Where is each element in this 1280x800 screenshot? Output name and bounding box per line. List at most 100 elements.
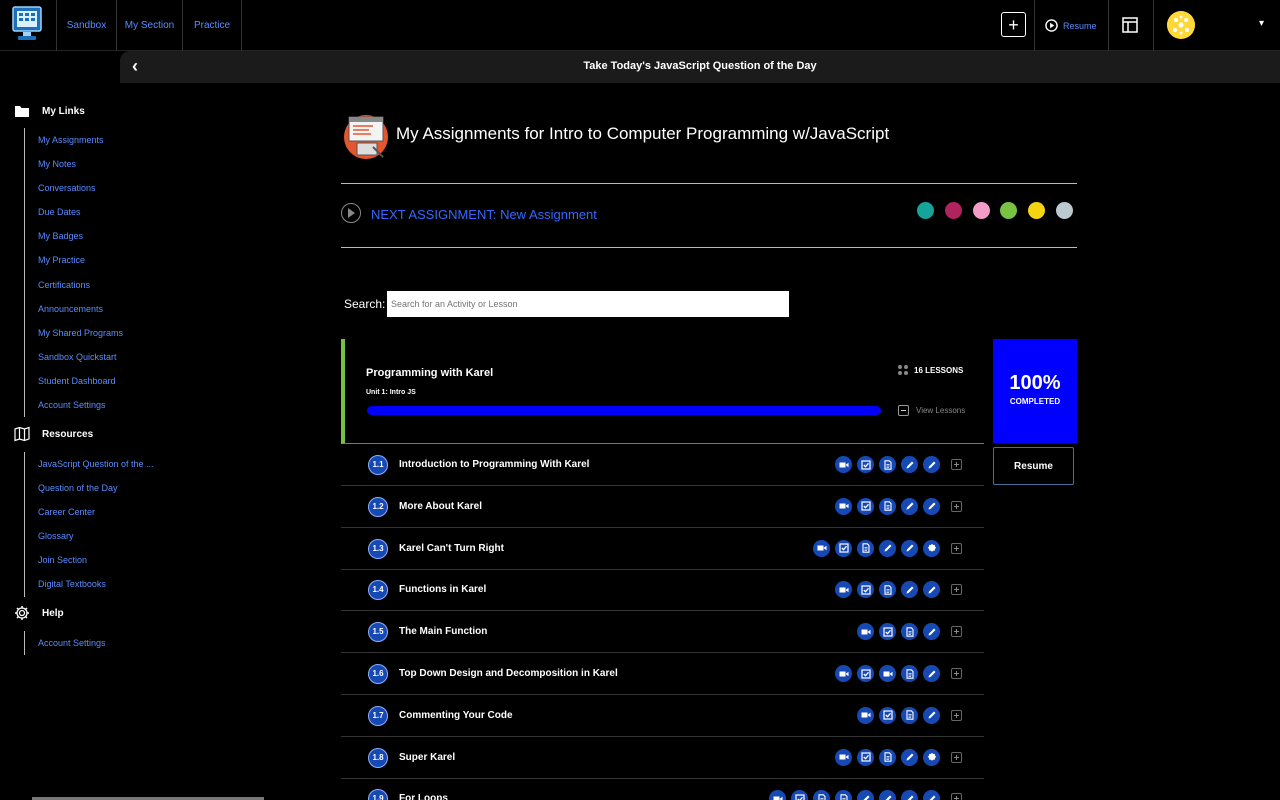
color-dot-yellow[interactable] [1028,202,1045,219]
pencil-icon[interactable] [901,790,918,800]
sidebar-item-student-dashboard[interactable]: Student Dashboard [25,369,123,393]
expand-icon[interactable] [951,751,962,763]
lesson-row[interactable]: 1.2 More About Karel [341,486,984,528]
sidebar-item-my-badges[interactable]: My Badges [25,224,123,248]
doc-icon[interactable] [857,539,874,557]
pencil-icon[interactable] [923,790,940,800]
doc-icon[interactable] [901,706,918,724]
lesson-row[interactable]: 1.1 Introduction to Programming With Kare… [341,444,984,486]
lesson-row[interactable]: 1.7 Commenting Your Code [341,695,984,737]
sidebar-item-js-question-of-the-day[interactable]: JavaScript Question of the ... [25,452,154,476]
doc-icon[interactable] [879,748,896,766]
play-circle-icon[interactable] [341,203,361,223]
sidebar-item-help-account-settings[interactable]: Account Settings [25,631,106,655]
unit-resume-button[interactable]: Resume [993,447,1074,485]
lesson-title[interactable]: Introduction to Programming With Karel [399,459,589,470]
check-icon[interactable] [879,706,896,724]
sidebar-item-career-center[interactable]: Career Center [25,500,154,524]
color-dot-gray[interactable] [1056,202,1073,219]
sidebar-item-sandbox-quickstart[interactable]: Sandbox Quickstart [25,345,123,369]
sidebar-item-digital-textbooks[interactable]: Digital Textbooks [25,572,154,596]
badge-icon[interactable] [923,539,940,557]
video-icon[interactable] [835,748,852,766]
nav-practice[interactable]: Practice [182,0,242,51]
sidebar-item-my-notes[interactable]: My Notes [25,152,123,176]
doc-icon[interactable] [879,497,896,515]
video-icon[interactable] [835,497,852,515]
sidebar-item-conversations[interactable]: Conversations [25,176,123,200]
expand-icon[interactable] [951,542,962,554]
video-icon[interactable] [857,623,874,641]
video-icon[interactable] [857,706,874,724]
sidebar-item-account-settings[interactable]: Account Settings [25,393,123,417]
sidebar-heading-resources[interactable]: Resources [14,426,93,442]
sidebar-item-my-shared-programs[interactable]: My Shared Programs [25,321,123,345]
expand-icon[interactable] [951,459,962,470]
view-lessons-toggle[interactable]: View Lessons [898,405,965,416]
sidebar-item-join-section[interactable]: Join Section [25,548,154,572]
video-icon[interactable] [879,665,896,682]
lesson-row[interactable]: 1.4 Functions in Karel [341,569,984,612]
check-icon[interactable] [857,748,874,766]
expand-icon[interactable] [951,500,962,512]
expand-icon[interactable] [951,584,962,596]
pencil-icon[interactable] [879,790,896,800]
resume-top-button[interactable]: Resume [1045,17,1097,34]
codehs-logo-icon[interactable] [12,6,42,42]
nav-sandbox[interactable]: Sandbox [56,0,116,51]
lesson-row[interactable]: 1.5 The Main Function [341,611,984,654]
doc-icon[interactable] [879,581,896,599]
pencil-icon[interactable] [901,497,918,515]
doc-icon[interactable] [835,790,852,800]
user-avatar[interactable] [1167,11,1195,39]
sidebar-item-glossary[interactable]: Glossary [25,524,154,548]
layout-icon[interactable] [1122,17,1138,33]
lesson-title[interactable]: The Main Function [399,626,487,637]
pencil-icon[interactable] [879,539,896,557]
video-icon[interactable] [835,665,852,682]
pencil-icon[interactable] [923,497,940,515]
pencil-icon[interactable] [923,665,940,682]
color-dot-magenta[interactable] [945,202,962,219]
pencil-icon[interactable] [901,456,918,473]
doc-icon[interactable] [813,790,830,800]
expand-icon[interactable] [951,626,962,638]
sidebar-item-certifications[interactable]: Certifications [25,273,123,297]
sidebar-item-my-assignments[interactable]: My Assignments [25,128,123,152]
color-dot-green[interactable] [1000,202,1017,219]
unit-card[interactable]: Programming with Karel Unit 1: Intro JS … [341,339,984,444]
sidebar-item-question-of-the-day[interactable]: Question of the Day [25,476,154,500]
expand-icon[interactable] [951,709,962,721]
nav-my-section[interactable]: My Section [116,0,182,51]
pencil-icon[interactable] [857,790,874,800]
sidebar-heading-help[interactable]: Help [14,605,64,621]
lesson-row[interactable]: 1.6 Top Down Design and Decomposition in … [341,653,984,695]
video-icon[interactable] [835,581,852,599]
color-dot-teal[interactable] [917,202,934,219]
check-icon[interactable] [879,623,896,641]
check-icon[interactable] [857,497,874,515]
lesson-title[interactable]: Super Karel [399,752,455,763]
pencil-icon[interactable] [923,456,940,473]
lesson-title[interactable]: Top Down Design and Decomposition in Kar… [399,668,618,679]
doc-icon[interactable] [901,665,918,682]
lesson-row[interactable]: 1.9 For Loops [341,778,984,800]
lesson-row[interactable]: 1.8 Super Karel [341,737,984,779]
account-dropdown-icon[interactable]: ▾ [1259,18,1264,29]
qotd-banner[interactable]: ‹ Take Today's JavaScript Question of th… [120,51,1280,83]
lesson-title[interactable]: Karel Can't Turn Right [399,543,504,554]
pencil-icon[interactable] [923,623,940,641]
video-icon[interactable] [813,539,830,557]
doc-icon[interactable] [879,456,896,473]
video-icon[interactable] [835,456,852,473]
pencil-icon[interactable] [901,581,918,599]
color-dot-pink[interactable] [973,202,990,219]
expand-icon[interactable] [951,668,962,679]
pencil-icon[interactable] [901,539,918,557]
pencil-icon[interactable] [901,748,918,766]
doc-icon[interactable] [901,623,918,641]
check-icon[interactable] [835,539,852,557]
check-icon[interactable] [857,665,874,682]
banner-text[interactable]: Take Today's JavaScript Question of the … [120,60,1280,72]
pencil-icon[interactable] [923,706,940,724]
